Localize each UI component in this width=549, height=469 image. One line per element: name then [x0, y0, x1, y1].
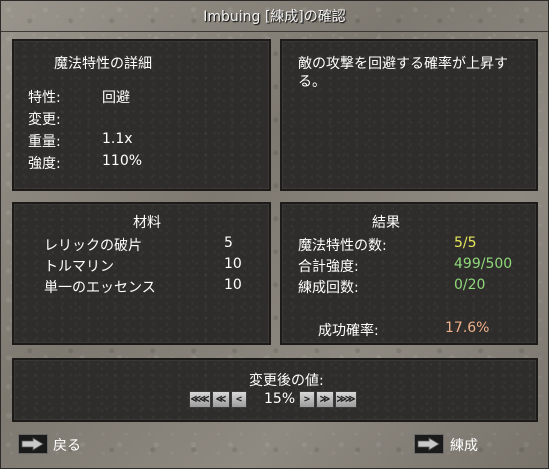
result-label-total-intensity: 合計強度: [298, 259, 359, 275]
result-value-total-intensity: 499/500 [454, 256, 513, 272]
materials-panel: 材料 レリックの破片 5 トルマリン 10 単一のエッセンス 10 [12, 202, 271, 345]
material-qty: 10 [224, 277, 242, 293]
result-value-imbue-count: 0/20 [454, 277, 486, 293]
back-label[interactable]: 戻る [53, 435, 81, 455]
material-qty: 10 [224, 256, 242, 272]
decrease-button[interactable]: < [231, 391, 247, 408]
description-panel: 敵の攻撃を回避する確率が上昇する。 [280, 39, 538, 191]
material-name: トルマリン [44, 259, 114, 275]
material-name: レリックの破片 [44, 238, 142, 254]
increase-more-button[interactable]: ≫ [316, 391, 334, 408]
increase-max-button[interactable]: ≫≫ [335, 391, 357, 408]
material-qty: 5 [224, 235, 233, 251]
detail-label-property: 特性: [28, 90, 61, 106]
success-chance-label: 成功確率: [318, 323, 379, 339]
back-button[interactable] [18, 434, 48, 454]
hand-arrow-icon [417, 437, 440, 451]
decrease-more-button[interactable]: ≪ [212, 391, 230, 408]
increase-button[interactable]: > [299, 391, 315, 408]
detail-value-intensity: 110% [102, 153, 143, 169]
description-text: 敵の攻撃を回避する確率が上昇する。 [298, 56, 508, 90]
hand-arrow-icon [21, 437, 44, 451]
details-heading: 魔法特性の詳細 [54, 56, 152, 72]
result-value-property-count: 5/5 [454, 235, 477, 251]
adjust-value: 15% [264, 391, 296, 407]
success-chance-value: 17.6% [445, 320, 490, 336]
property-details-panel: 魔法特性の詳細 特性: 回避 変更: 重量: 1.1x 強度: 110% [12, 39, 271, 191]
detail-label-change: 変更: [28, 112, 61, 128]
detail-value-property: 回避 [102, 90, 130, 106]
decrease-max-button[interactable]: ≪≪ [189, 391, 211, 408]
adjust-heading: 変更後の値: [249, 373, 324, 389]
results-heading: 結果 [372, 215, 400, 231]
result-label-property-count: 魔法特性の数: [298, 238, 387, 254]
imbue-button[interactable] [414, 434, 444, 454]
imbuing-window: Imbuing [練成]の確認 魔法特性の詳細 特性: 回避 変更: 重量: 1… [0, 0, 549, 469]
material-name: 単一のエッセンス [44, 280, 156, 296]
detail-value-weight: 1.1x [102, 131, 133, 147]
result-label-imbue-count: 練成回数: [298, 280, 359, 296]
adjust-value-panel: 変更後の値: [12, 358, 538, 422]
detail-label-weight: 重量: [28, 134, 61, 150]
imbue-label[interactable]: 練成 [450, 435, 478, 455]
materials-heading: 材料 [133, 215, 161, 231]
results-panel: 結果 魔法特性の数: 5/5 合計強度: 499/500 練成回数: 0/20 … [280, 202, 538, 345]
detail-label-intensity: 強度: [28, 156, 61, 172]
window-title: Imbuing [練成]の確認 [1, 1, 548, 32]
